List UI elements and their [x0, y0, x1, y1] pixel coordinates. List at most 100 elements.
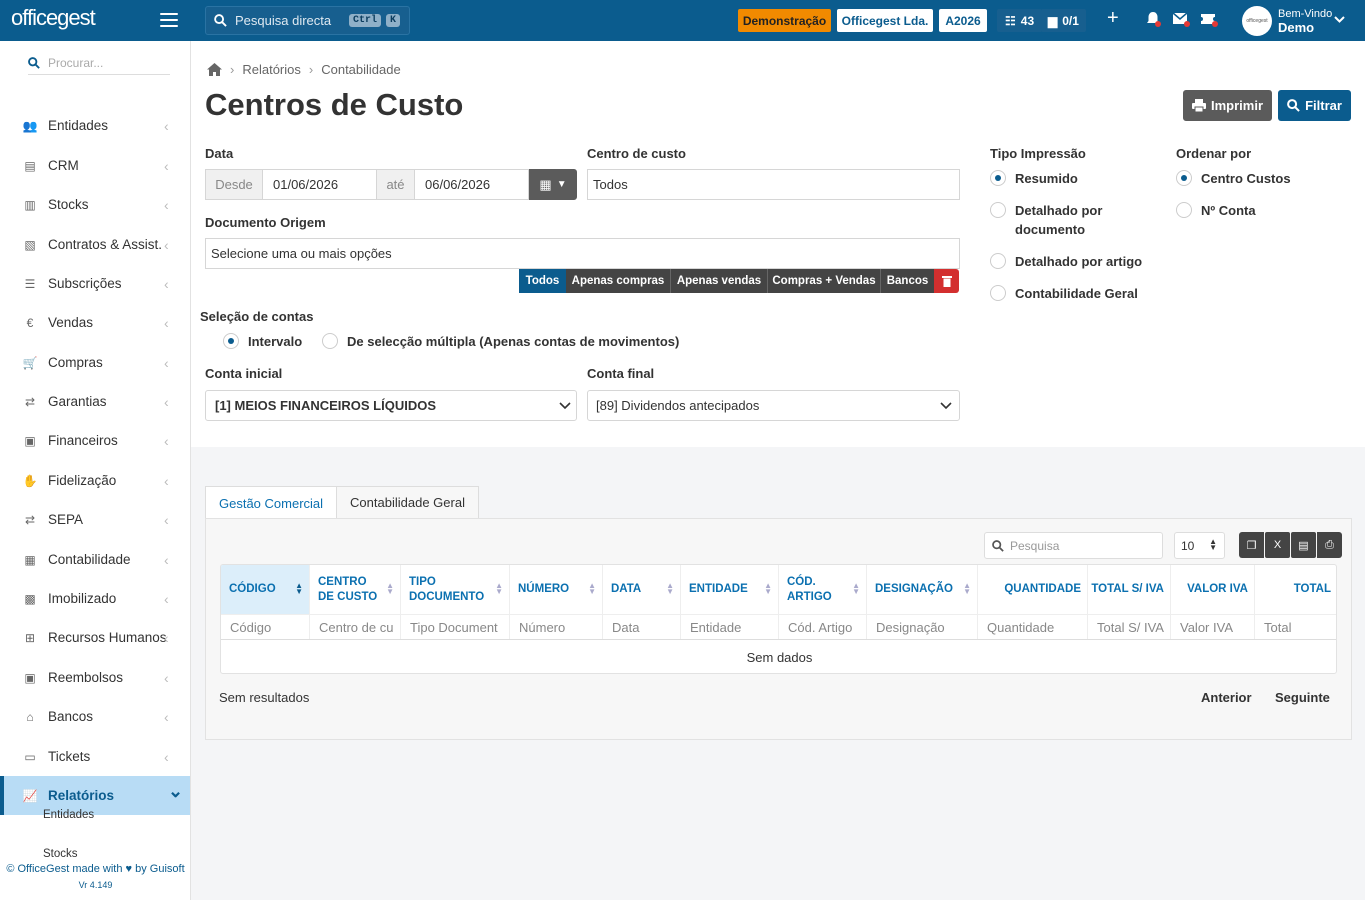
doc-filter-vendas[interactable]: Apenas vendas — [670, 269, 767, 293]
breadcrumb-item-contabilidade[interactable]: Contabilidade — [321, 62, 401, 77]
column-filter-centro-de-cu[interactable]: Centro de cu — [310, 614, 401, 639]
column-header-total-s-iva[interactable]: TOTAL S/ IVA — [1088, 565, 1171, 614]
column-filter-entidade[interactable]: Entidade — [681, 614, 779, 639]
mail-icon[interactable] — [1172, 11, 1190, 27]
column-filter-numero[interactable]: Número — [510, 614, 603, 639]
chart-icon: 📈 — [22, 788, 38, 803]
breadcrumb-item-relatorios[interactable]: Relatórios — [242, 62, 301, 77]
radio-contabilidade-geral[interactable]: Contabilidade Geral — [990, 284, 1138, 303]
copy-icon[interactable]: ❐ — [1239, 532, 1264, 558]
app-logo[interactable]: officegest — [11, 5, 96, 31]
date-from-input[interactable]: 01/06/2026 — [262, 169, 377, 200]
sidebar-item-reembolsos[interactable]: ▣ Reembolsos ‹ — [0, 658, 190, 697]
print-table-icon[interactable]: ⎙ — [1317, 532, 1342, 558]
radio-detalhado-documento[interactable]: Detalhado por documento — [990, 201, 1160, 239]
kbd-ctrl: Ctrl — [349, 14, 382, 27]
column-filter-data[interactable]: Data — [603, 614, 681, 639]
radio-multiple[interactable]: De selecção múltipla (Apenas contas de m… — [322, 332, 679, 351]
next-page-button[interactable]: Seguinte — [1275, 690, 1330, 705]
radio-interval[interactable]: Intervalo — [223, 332, 302, 351]
radio-centro-custos[interactable]: Centro Custos — [1176, 169, 1291, 188]
column-header-codigo[interactable]: CÓDIGO ▲ ▼ — [221, 565, 310, 614]
calendar-button[interactable]: ▦ ▼ — [529, 169, 577, 200]
sidebar-item-vendas[interactable]: € Vendas ‹ — [0, 303, 190, 342]
sidebar-item-recursos-humanos[interactable]: ⊞ Recursos Humanos ‹ — [0, 618, 190, 657]
page-size-select[interactable]: 10 ▲ ▼ — [1174, 532, 1225, 559]
radio-resumido[interactable]: Resumido — [990, 169, 1078, 188]
print-button[interactable]: Imprimir — [1183, 90, 1272, 121]
doc-filter-todos[interactable]: Todos — [519, 269, 566, 293]
cost-center-input[interactable]: Todos — [587, 169, 960, 200]
column-filter-total[interactable]: Total — [1255, 614, 1336, 639]
demo-badge[interactable]: Demonstração — [738, 9, 831, 32]
doc-filter-bancos[interactable]: Bancos — [880, 269, 934, 293]
doc-filter-compras-vendas[interactable]: Compras + Vendas — [767, 269, 880, 293]
cart-icon: 🛒 — [22, 355, 38, 370]
column-header-data[interactable]: DATA ▲ ▼ — [603, 565, 681, 614]
sidebar-search[interactable]: Procurar... — [28, 52, 170, 75]
clear-trash-icon[interactable] — [934, 269, 959, 293]
tasks-indicator[interactable]: ☷ 43 — [997, 9, 1043, 32]
year-badge[interactable]: A2026 — [939, 9, 987, 32]
filter-button[interactable]: Filtrar — [1278, 90, 1351, 121]
csv-icon[interactable]: ▤ — [1291, 532, 1316, 558]
home-icon[interactable] — [207, 63, 222, 76]
tab-gestao-comercial[interactable]: Gestão Comercial — [205, 486, 338, 520]
docs-indicator[interactable]: ▆ 0/1 — [1041, 9, 1086, 32]
company-badge[interactable]: Officegest Lda. — [837, 9, 933, 32]
final-account-select[interactable]: [89] Dividendos antecipados — [587, 390, 960, 421]
add-icon[interactable]: + — [1107, 7, 1119, 30]
sidebar-item-bancos[interactable]: ⌂ Bancos ‹ — [0, 697, 190, 736]
column-filter-tipo-document[interactable]: Tipo Document — [401, 614, 510, 639]
sidebar-item-imobilizado[interactable]: ▩ Imobilizado ‹ — [0, 579, 190, 618]
column-header-quantidade[interactable]: QUANTIDADE — [978, 565, 1088, 614]
avatar[interactable]: officegest — [1242, 6, 1272, 36]
sidebar-item-contabilidade[interactable]: ▦ Contabilidade ‹ — [0, 540, 190, 579]
column-filter-designacao[interactable]: Designação — [867, 614, 978, 639]
sidebar-item-compras[interactable]: 🛒 Compras ‹ — [0, 343, 190, 382]
sidebar-item-relatorios[interactable]: 📈 Relatórios ⌄ — [0, 776, 190, 815]
sidebar-item-contratos-assist[interactable]: ▧ Contratos & Assist. ‹ — [0, 225, 190, 264]
bell-icon[interactable] — [1145, 11, 1161, 27]
radio-detalhado-artigo[interactable]: Detalhado por artigo — [990, 252, 1142, 271]
column-header-tipo-document[interactable]: TIPO DOCUMENTO ▲ ▼ — [401, 565, 510, 614]
column-header-valor-iva[interactable]: VALOR IVA — [1171, 565, 1255, 614]
sidebar-item-fidelizacao[interactable]: ✋ Fidelização ‹ — [0, 461, 190, 500]
menu-toggle-icon[interactable] — [160, 13, 178, 27]
table-search-placeholder: Pesquisa — [1010, 538, 1060, 553]
ticket-alert-icon[interactable] — [1199, 11, 1219, 27]
sidebar-item-tickets[interactable]: ▭ Tickets ‹ — [0, 737, 190, 776]
column-header-entidade[interactable]: ENTIDADE ▲ ▼ — [681, 565, 779, 614]
doc-filter-compras[interactable]: Apenas compras — [566, 269, 670, 293]
sidebar-item-sepa[interactable]: ⇄ SEPA ‹ — [0, 500, 190, 539]
tab-contabilidade-geral[interactable]: Contabilidade Geral — [336, 486, 479, 519]
sidebar-item-subscricoes[interactable]: ☰ Subscrições ‹ — [0, 264, 190, 303]
user-menu[interactable]: Bem-Vindo Demo — [1278, 8, 1332, 34]
prev-page-button[interactable]: Anterior — [1201, 690, 1252, 705]
column-header-cod-artigo[interactable]: CÓD. ARTIGO ▲ ▼ — [779, 565, 867, 614]
sidebar-item-stocks[interactable]: ▥ Stocks ‹ — [0, 185, 190, 224]
column-filter-codigo[interactable]: Código — [221, 614, 310, 639]
chevron-down-icon[interactable] — [1334, 16, 1345, 24]
global-search[interactable]: Pesquisa directa Ctrl K — [205, 6, 410, 35]
radio-n-conta[interactable]: Nº Conta — [1176, 201, 1256, 220]
column-filter-cod-artigo[interactable]: Cód. Artigo — [779, 614, 867, 639]
column-header-numero[interactable]: NÚMERO ▲ ▼ — [510, 565, 603, 614]
excel-icon[interactable]: X — [1265, 532, 1290, 558]
column-header-total[interactable]: TOTAL — [1255, 565, 1336, 614]
sidebar-item-financeiros[interactable]: ▣ Financeiros ‹ — [0, 421, 190, 460]
date-to-input[interactable]: 06/06/2026 — [414, 169, 529, 200]
table-search-input[interactable]: Pesquisa — [984, 532, 1163, 559]
sidebar-subitem-stocks[interactable]: Stocks — [43, 848, 78, 860]
sidebar-item-crm[interactable]: ▤ CRM ‹ — [0, 146, 190, 185]
column-header-designacao[interactable]: DESIGNAÇÃO ▲ ▼ — [867, 565, 978, 614]
sidebar-subitem-entidades[interactable]: Entidades — [43, 809, 94, 821]
source-doc-select[interactable]: Selecione uma ou mais opções — [205, 238, 960, 269]
sidebar-item-garantias[interactable]: ⇄ Garantias ‹ — [0, 382, 190, 421]
column-filter-quantidade[interactable]: Quantidade — [978, 614, 1088, 639]
initial-account-select[interactable]: [1] MEIOS FINANCEIROS LÍQUIDOS — [205, 390, 577, 421]
sidebar-item-entidades[interactable]: 👥 Entidades ‹ — [0, 106, 190, 145]
column-header-centro-de-cu[interactable]: CENTRO DE CUSTO ▲ ▼ — [310, 565, 401, 614]
column-filter-total-s-iva[interactable]: Total S/ IVA — [1088, 614, 1171, 639]
column-filter-valor-iva[interactable]: Valor IVA — [1171, 614, 1255, 639]
